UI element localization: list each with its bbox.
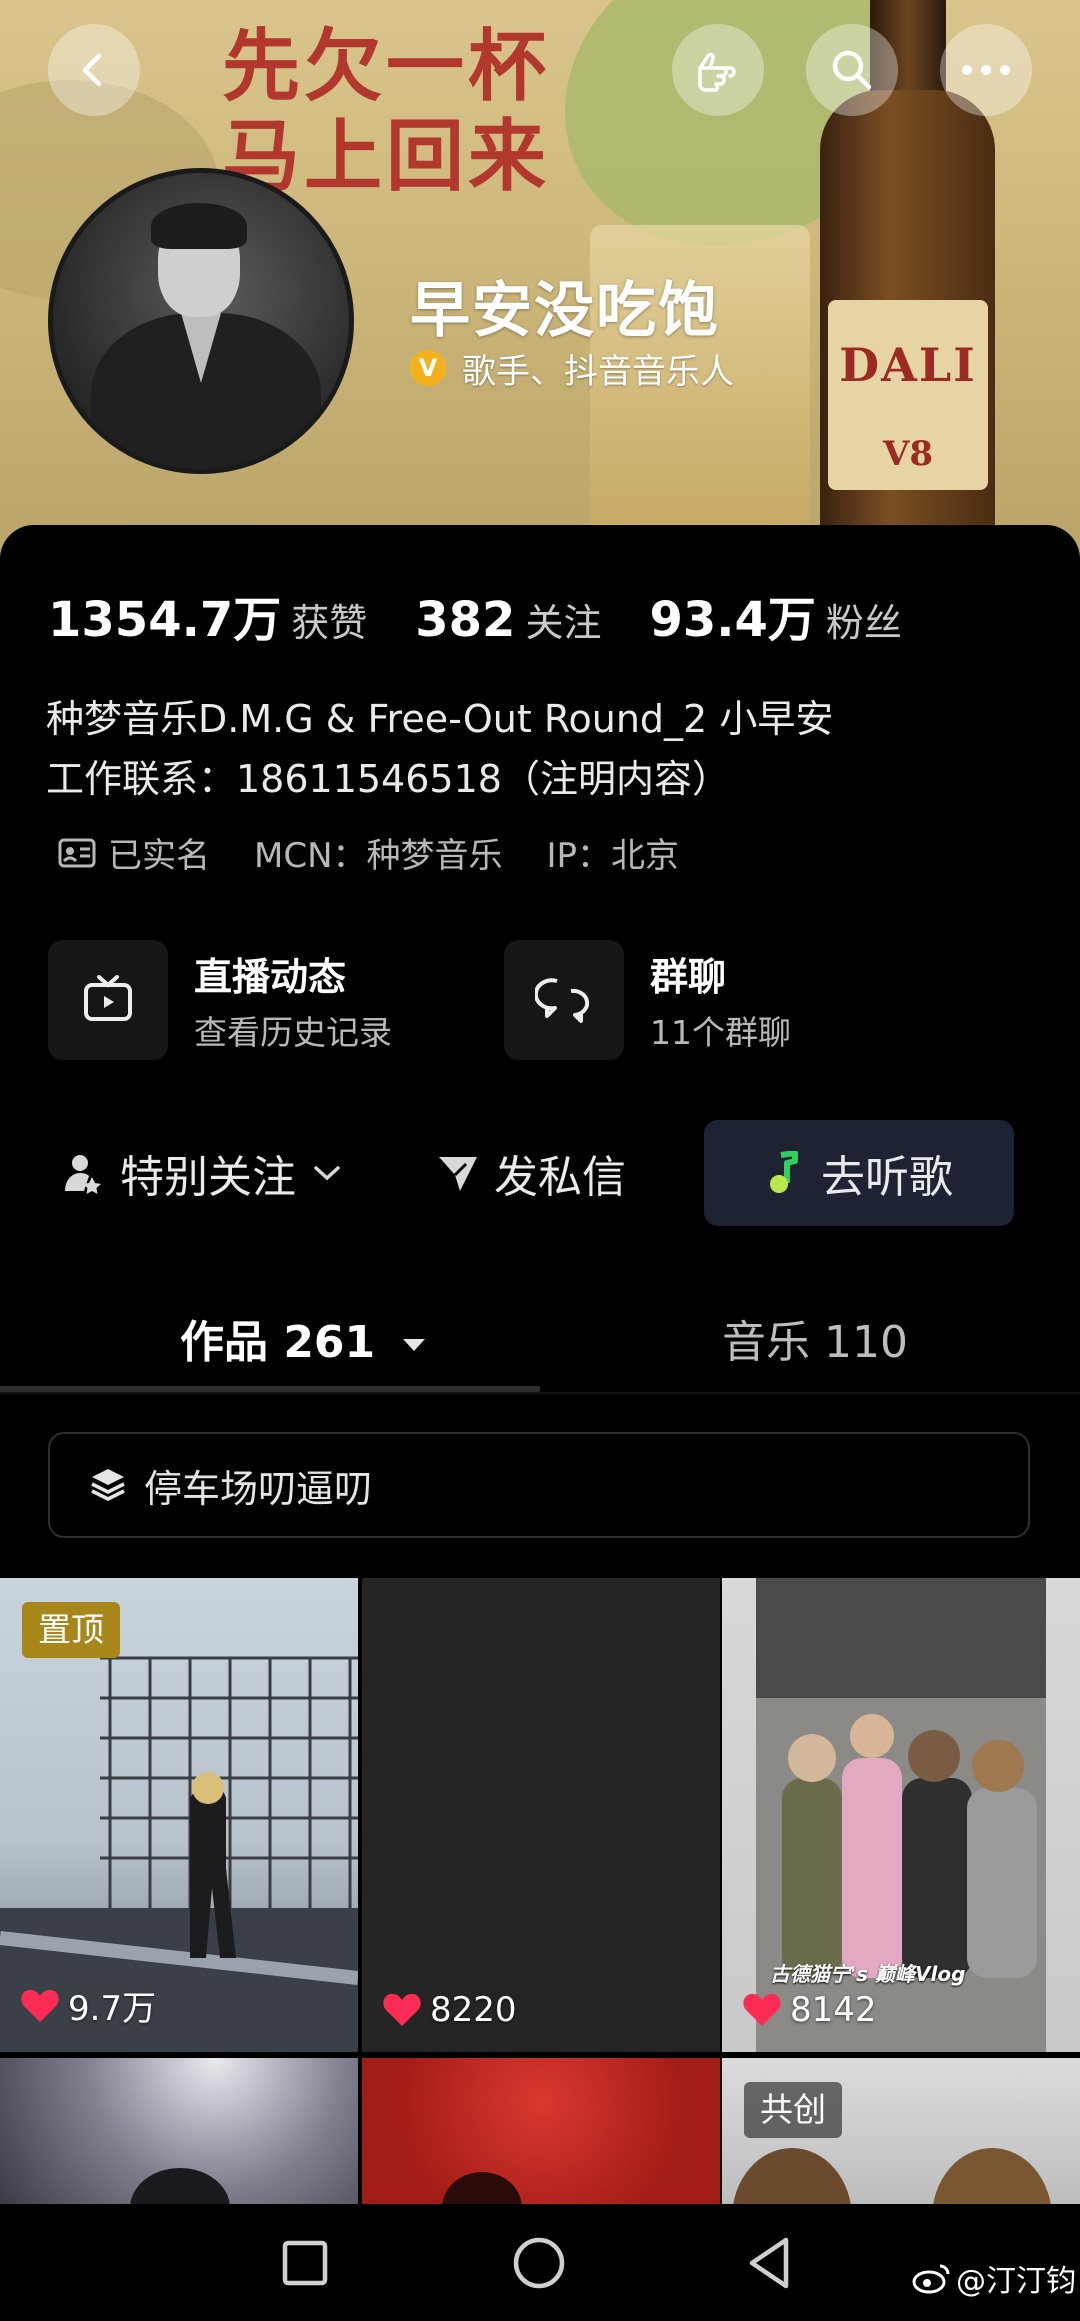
heart-icon xyxy=(21,1989,59,2022)
more-icon xyxy=(962,65,1010,75)
verified-badge-icon: V xyxy=(410,350,446,386)
heart-icon xyxy=(383,1993,421,2026)
chat-bubbles-icon xyxy=(535,978,590,1023)
mcn-info[interactable]: MCN：种梦音乐 xyxy=(254,828,503,877)
ad-slogan-line1: 先欠一杯 xyxy=(222,21,551,112)
concert-graphic xyxy=(442,2172,522,2204)
collection-label: 停车场叨逼叨 xyxy=(144,1466,373,1511)
chevron-down-icon xyxy=(314,1166,340,1181)
recommend-button[interactable] xyxy=(672,24,764,116)
profile-name: 早安没吃饱 xyxy=(410,276,720,346)
back-nav-button[interactable] xyxy=(746,2236,792,2290)
circle-icon xyxy=(513,2237,565,2289)
group-chat-title: 群聊 xyxy=(650,955,727,999)
listen-button[interactable]: 去听歌 xyxy=(704,1120,1014,1226)
followers-label[interactable]: 粉丝 xyxy=(826,592,902,647)
avatar[interactable] xyxy=(48,168,354,474)
pinned-badge: 置顶 xyxy=(22,1602,120,1658)
tab-works[interactable]: 作品 261 xyxy=(180,1306,427,1370)
send-message-button[interactable]: 发私信 xyxy=(436,1120,626,1226)
stats-row: 1354.7万 获赞 382 关注 93.4万 粉丝 xyxy=(48,580,950,650)
following-label[interactable]: 关注 xyxy=(525,592,601,647)
video-thumbnail[interactable]: 共创 xyxy=(722,2058,1080,2204)
id-card-icon xyxy=(58,838,96,867)
live-history-title: 直播动态 xyxy=(194,955,347,999)
triangle-down-icon xyxy=(402,1339,425,1351)
live-history-tile[interactable]: 直播动态 查看历史记录 xyxy=(48,940,468,1060)
bio-line-2: 工作联系：18611546518（注明内容） xyxy=(46,757,730,801)
special-follow-button[interactable]: 特别关注 xyxy=(62,1120,342,1226)
bottle-label: DALI V8 xyxy=(828,300,988,490)
system-nav-bar: @汀汀钧 xyxy=(0,2204,1080,2321)
collection-button[interactable]: 停车场叨逼叨 xyxy=(48,1432,1030,1538)
video-thumbnail[interactable]: 置顶 9.7万 xyxy=(0,1578,358,2052)
tab-works-label: 作品 261 xyxy=(180,1317,376,1368)
tab-divider xyxy=(0,1392,1080,1394)
tab-music[interactable]: 音乐 110 xyxy=(722,1306,908,1370)
send-message-icon xyxy=(439,1157,477,1191)
ip-location: IP：北京 xyxy=(546,836,680,876)
profile-title: 歌手、抖音音乐人 xyxy=(462,352,734,392)
tv-icon xyxy=(84,975,132,1021)
weibo-watermark: @汀汀钧 xyxy=(912,2256,1076,2300)
video-thumbnail[interactable] xyxy=(0,2058,358,2204)
hand-point-icon xyxy=(698,52,736,92)
bottle-brand: DALI xyxy=(839,338,977,392)
co-creation-badge: 共创 xyxy=(744,2082,842,2138)
recents-button[interactable] xyxy=(282,2240,328,2286)
more-button[interactable] xyxy=(940,24,1032,116)
back-icon xyxy=(82,53,102,87)
live-history-sub: 查看历史记录 xyxy=(194,1013,392,1052)
video-thumbnail[interactable]: 古德猫宁's 巅峰Vlog 8142 xyxy=(722,1578,1080,2052)
listen-label: 去听歌 xyxy=(821,1152,953,1203)
group-chat-tile[interactable]: 群聊 11个群聊 xyxy=(504,940,924,1060)
video-likes: 9.7万 xyxy=(20,1981,156,2030)
video-likes-count: 8220 xyxy=(430,1990,517,2030)
back-button[interactable] xyxy=(48,24,140,116)
video-likes-count: 9.7万 xyxy=(68,1989,157,2029)
video-likes: 8220 xyxy=(382,1990,517,2030)
watermark-text: @汀汀钧 xyxy=(956,2264,1076,2299)
special-follow-label: 特别关注 xyxy=(120,1152,296,1203)
video-caption: 古德猫宁's 巅峰Vlog xyxy=(770,1962,966,1986)
likes-count: 1354.7万 xyxy=(48,592,282,648)
send-message-label: 发私信 xyxy=(494,1152,626,1203)
music-note-icon xyxy=(770,1151,798,1193)
tile-icon-box xyxy=(48,940,168,1060)
group-chat-sub: 11个群聊 xyxy=(650,1013,791,1052)
followers-count[interactable]: 93.4万 xyxy=(649,580,815,650)
bottle-model: V8 xyxy=(882,434,934,474)
tab-active-indicator xyxy=(0,1386,540,1392)
search-icon xyxy=(832,50,872,90)
likes-label: 获赞 xyxy=(291,601,368,645)
home-button[interactable] xyxy=(512,2236,566,2290)
video-thumbnail[interactable] xyxy=(362,2058,720,2204)
video-likes-count: 8142 xyxy=(790,1990,877,2030)
verified-status[interactable]: 已实名 xyxy=(108,828,210,877)
profile-meta: 已实名 MCN：种梦音乐 IP：北京 xyxy=(58,828,723,877)
tile-icon-box xyxy=(504,940,624,1060)
video-thumbnail[interactable]: 8220 xyxy=(362,1578,720,2052)
following-count[interactable]: 382 xyxy=(415,592,515,648)
layers-icon xyxy=(91,1469,125,1501)
person-follow-icon xyxy=(65,1155,101,1194)
video-likes: 8142 xyxy=(742,1990,877,2030)
heart-icon xyxy=(743,1993,781,2026)
square-icon xyxy=(282,2240,328,2286)
bio-line-1: 种梦音乐D.M.G & Free-Out Round_2 小早安 xyxy=(46,697,834,741)
weibo-logo-icon xyxy=(912,2264,950,2294)
concert-graphic xyxy=(130,2168,230,2204)
search-button[interactable] xyxy=(806,24,898,116)
triangle-back-icon xyxy=(749,2237,789,2289)
